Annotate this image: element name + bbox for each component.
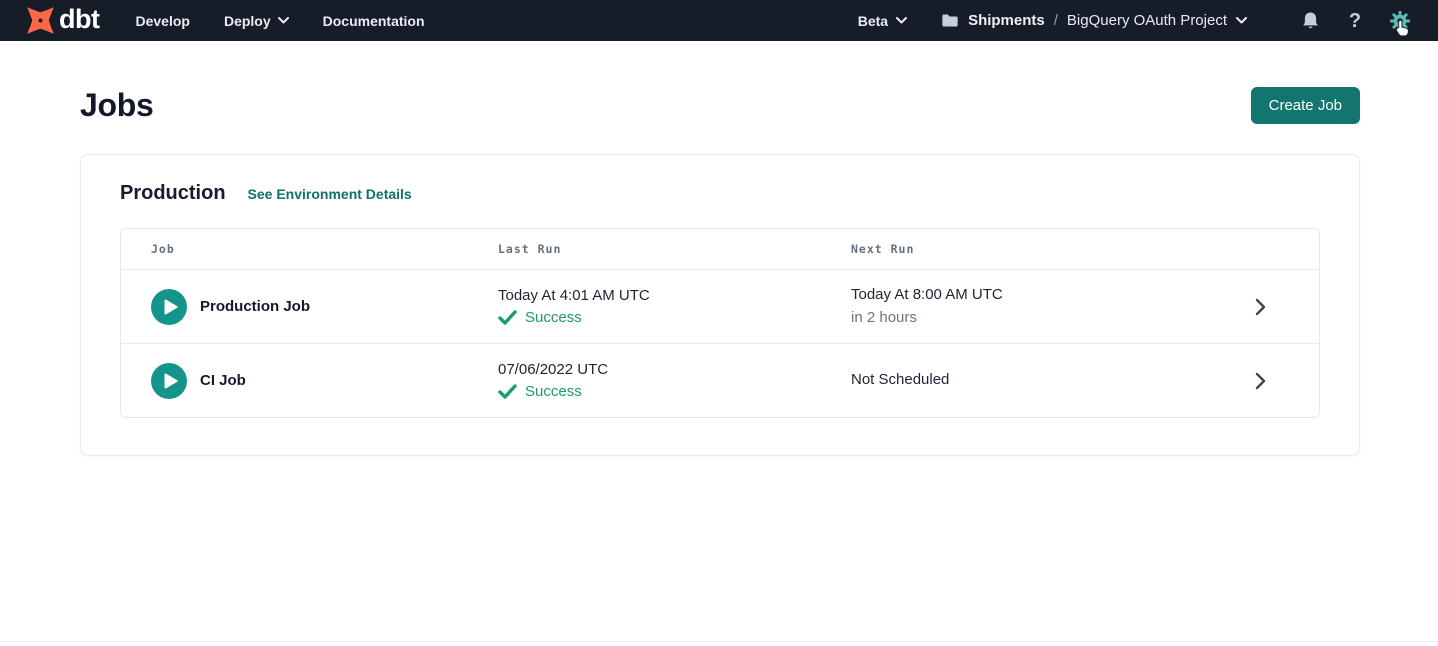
dbt-logo-text: dbt bbox=[59, 6, 99, 36]
next-run-cell: Not Scheduled bbox=[851, 371, 1201, 390]
main-content: Jobs Create Job Production See Environme… bbox=[0, 87, 1438, 456]
breadcrumb-project-label: BigQuery OAuth Project bbox=[1067, 12, 1227, 29]
primary-nav-links: Develop Deploy Documentation bbox=[135, 13, 424, 29]
column-header-next-run: Next Run bbox=[851, 242, 1201, 256]
beta-dropdown[interactable]: Beta bbox=[858, 13, 907, 29]
jobs-table-header: Job Last Run Next Run bbox=[121, 229, 1319, 269]
breadcrumb-account[interactable]: Shipments bbox=[968, 12, 1045, 29]
environment-header: Production See Environment Details bbox=[120, 182, 1320, 205]
create-job-button[interactable]: Create Job bbox=[1251, 87, 1360, 124]
settings-button[interactable] bbox=[1388, 9, 1412, 33]
chevron-down-icon bbox=[1236, 17, 1247, 24]
environment-card: Production See Environment Details Job L… bbox=[80, 154, 1360, 456]
see-environment-details-link[interactable]: See Environment Details bbox=[248, 186, 412, 202]
nav-right-cluster: Beta Shipments / BigQuery OAuth Project bbox=[858, 9, 1412, 33]
last-run-cell: Today At 4:01 AM UTC Success bbox=[498, 287, 851, 327]
row-detail-link[interactable] bbox=[1255, 298, 1266, 316]
page-header: Jobs Create Job bbox=[80, 87, 1360, 124]
job-cell: CI Job bbox=[151, 363, 498, 399]
nav-item-develop-label: Develop bbox=[135, 13, 189, 29]
nav-item-documentation[interactable]: Documentation bbox=[323, 13, 425, 29]
breadcrumb-separator: / bbox=[1054, 12, 1058, 29]
check-icon bbox=[498, 384, 517, 399]
next-run-relative: in 2 hours bbox=[851, 309, 1201, 328]
run-job-button[interactable] bbox=[151, 363, 187, 399]
bell-icon bbox=[1301, 11, 1320, 31]
next-run-time: Not Scheduled bbox=[851, 371, 1201, 390]
environment-name: Production bbox=[120, 182, 226, 205]
chevron-right-icon bbox=[1255, 298, 1266, 316]
last-run-time: 07/06/2022 UTC bbox=[498, 361, 851, 380]
top-navigation-bar: dbt Develop Deploy Documentation Beta bbox=[0, 0, 1438, 41]
dbt-logo[interactable]: dbt bbox=[24, 4, 99, 37]
run-job-button[interactable] bbox=[151, 289, 187, 325]
page-bottom-edge bbox=[0, 641, 1438, 646]
job-cell: Production Job bbox=[151, 289, 498, 325]
job-name[interactable]: CI Job bbox=[200, 372, 246, 389]
beta-label: Beta bbox=[858, 13, 888, 29]
last-run-time: Today At 4:01 AM UTC bbox=[498, 287, 851, 306]
column-header-last-run: Last Run bbox=[498, 242, 851, 256]
notifications-button[interactable] bbox=[1298, 9, 1322, 33]
chevron-right-icon bbox=[1255, 372, 1266, 390]
project-breadcrumb: Shipments / BigQuery OAuth Project bbox=[941, 12, 1247, 29]
next-run-time: Today At 8:00 AM UTC bbox=[851, 286, 1201, 305]
nav-item-develop[interactable]: Develop bbox=[135, 13, 189, 29]
dbt-logo-icon bbox=[24, 4, 57, 37]
job-row-ci[interactable]: CI Job 07/06/2022 UTC Success Not Schedu… bbox=[121, 343, 1319, 417]
last-run-cell: 07/06/2022 UTC Success bbox=[498, 361, 851, 401]
chevron-down-icon bbox=[278, 17, 289, 24]
jobs-table: Job Last Run Next Run Production Job Tod… bbox=[120, 228, 1320, 418]
page-title: Jobs bbox=[80, 87, 154, 124]
folder-icon bbox=[941, 13, 959, 28]
gear-icon bbox=[1389, 10, 1411, 32]
help-icon: ? bbox=[1349, 11, 1361, 31]
job-row-production[interactable]: Production Job Today At 4:01 AM UTC Succ… bbox=[121, 269, 1319, 343]
status-label: Success bbox=[525, 383, 582, 400]
column-header-job: Job bbox=[151, 242, 498, 256]
help-button[interactable]: ? bbox=[1343, 9, 1367, 33]
nav-item-documentation-label: Documentation bbox=[323, 13, 425, 29]
nav-item-deploy[interactable]: Deploy bbox=[224, 13, 289, 29]
chevron-down-icon bbox=[896, 17, 907, 24]
breadcrumb-project-dropdown[interactable]: BigQuery OAuth Project bbox=[1067, 12, 1247, 29]
row-detail-link[interactable] bbox=[1255, 372, 1266, 390]
status-label: Success bbox=[525, 309, 582, 326]
check-icon bbox=[498, 310, 517, 325]
nav-item-deploy-label: Deploy bbox=[224, 13, 271, 29]
next-run-cell: Today At 8:00 AM UTC in 2 hours bbox=[851, 286, 1201, 328]
last-run-status: Success bbox=[498, 309, 851, 326]
play-icon bbox=[164, 373, 178, 389]
play-icon bbox=[164, 299, 178, 315]
job-name[interactable]: Production Job bbox=[200, 298, 310, 315]
last-run-status: Success bbox=[498, 383, 851, 400]
